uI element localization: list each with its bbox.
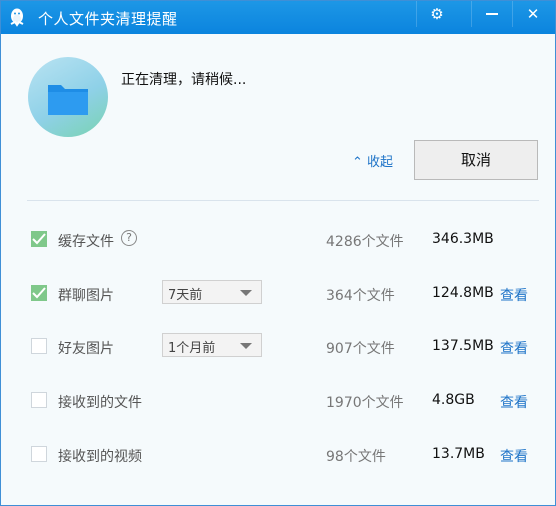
friend-images-checkbox[interactable]	[31, 338, 47, 354]
view-link[interactable]: 查看	[500, 285, 528, 305]
view-link[interactable]: 查看	[500, 392, 528, 412]
help-icon[interactable]: ?	[121, 230, 137, 246]
list-item: 好友图片 1个月前 907个文件 137.5MB 查看	[1, 331, 555, 363]
gear-icon: ⚙	[430, 5, 444, 23]
collapse-label: 收起	[367, 155, 394, 170]
item-label: 群聊图片	[58, 288, 114, 304]
item-label: 接收到的视频	[58, 449, 142, 465]
view-link[interactable]: 查看	[500, 446, 528, 466]
minimize-button[interactable]	[471, 1, 512, 27]
close-icon: ✕	[526, 5, 540, 23]
file-size: 4.8GB	[432, 392, 475, 408]
age-filter-select[interactable]: 7天前	[162, 280, 262, 304]
group-images-checkbox[interactable]	[31, 285, 47, 301]
file-count: 4286个文件	[326, 234, 404, 250]
divider	[27, 200, 539, 201]
file-count: 907个文件	[326, 341, 395, 357]
settings-button[interactable]: ⚙	[416, 1, 457, 27]
file-size: 346.3MB	[432, 231, 494, 247]
list-item: 接收到的文件 1970个文件 4.8GB 查看	[1, 385, 555, 417]
chevron-down-icon	[240, 343, 252, 349]
chevron-up-icon: ⌃	[352, 155, 363, 170]
item-label: 好友图片	[58, 341, 114, 357]
received-videos-checkbox[interactable]	[31, 446, 47, 462]
folder-avatar	[28, 57, 108, 137]
select-value: 7天前	[168, 288, 203, 303]
file-count: 98个文件	[326, 449, 386, 465]
collapse-link[interactable]: ⌃ 收起	[352, 151, 393, 170]
list-item: 接收到的视频 98个文件 13.7MB 查看	[1, 439, 555, 471]
item-label: 缓存文件	[58, 234, 114, 250]
file-size: 13.7MB	[432, 446, 485, 462]
cleanup-window: 个人文件夹清理提醒 ⚙ ✕ 正在清理，请稍候... ⌃ 收起 取消 缓存文件 ?…	[0, 0, 556, 506]
view-link[interactable]: 查看	[500, 338, 528, 358]
minimize-icon	[486, 12, 498, 15]
title-bar: 个人文件夹清理提醒 ⚙ ✕	[1, 1, 555, 34]
cache-files-checkbox[interactable]	[31, 231, 47, 247]
file-count: 1970个文件	[326, 395, 404, 411]
age-filter-select[interactable]: 1个月前	[162, 333, 262, 357]
select-value: 1个月前	[168, 341, 216, 356]
chevron-down-icon	[240, 290, 252, 296]
item-label: 接收到的文件	[58, 395, 142, 411]
cancel-button[interactable]: 取消	[414, 140, 538, 180]
received-files-checkbox[interactable]	[31, 392, 47, 408]
status-message: 正在清理，请稍候...	[121, 72, 247, 88]
window-title: 个人文件夹清理提醒	[38, 10, 178, 28]
folder-icon	[48, 85, 88, 115]
file-count: 364个文件	[326, 288, 395, 304]
list-item: 群聊图片 7天前 364个文件 124.8MB 查看	[1, 278, 555, 310]
file-size: 137.5MB	[432, 338, 494, 354]
list-item: 缓存文件 ? 4286个文件 346.3MB	[1, 224, 555, 256]
close-button[interactable]: ✕	[512, 1, 553, 27]
file-size: 124.8MB	[432, 285, 494, 301]
penguin-logo-icon	[10, 8, 24, 27]
